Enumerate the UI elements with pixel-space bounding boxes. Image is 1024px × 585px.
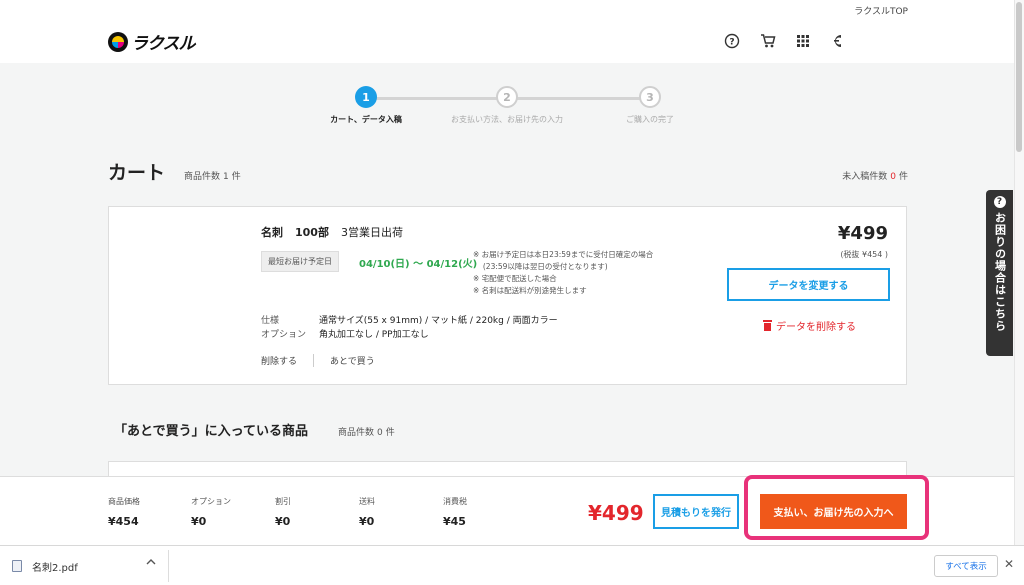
count-value: 0	[377, 428, 383, 438]
issue-quote-button[interactable]: 見積もりを発行	[653, 494, 739, 529]
logo-text: ラクスル	[131, 34, 195, 54]
account-icon[interactable]	[828, 32, 846, 50]
option-row: オプション 角丸加工なし / PP加工なし	[261, 328, 558, 342]
step-label: お支払い方法、お届け先の入力	[451, 115, 563, 124]
note-line: ※ 名刺は配送料が別途発生します	[473, 286, 587, 295]
product-name: 名刺	[261, 226, 283, 239]
spec-row: 仕様 通常サイズ(55 x 91mm) / マット紙 / 220kg / 両面カ…	[261, 314, 558, 328]
product-quantity: 100部	[295, 226, 329, 239]
saved-item-count: 商品件数 0 件	[338, 425, 395, 438]
spec-value: 通常サイズ(55 x 91mm) / マット紙 / 220kg / 両面カラー	[319, 316, 558, 326]
browser-download-bar: 名刺2.pdf すべて表示 ✕	[0, 545, 1024, 585]
order-total: ¥499	[588, 501, 644, 525]
summary-label: オプション	[191, 497, 231, 506]
raksul-top-link[interactable]: ラクスルTOP	[854, 4, 908, 17]
apps-grid-icon[interactable]	[794, 32, 812, 50]
summary-value: ¥454	[108, 515, 139, 528]
summary-shipping: 送料 ¥0	[359, 496, 375, 528]
count-unit: 件	[231, 172, 241, 182]
question-icon: ?	[993, 196, 1006, 208]
option-value: 角丸加工なし / PP加工なし	[319, 330, 429, 340]
summary-label: 送料	[359, 497, 375, 506]
summary-label: 割引	[275, 497, 291, 506]
cart-item-card: 名刺 100部 3営業日出荷 最短お届け予定日 04/10(日) 〜 04/12(火…	[108, 206, 907, 385]
summary-value: ¥45	[443, 515, 466, 528]
count-unit: 件	[385, 428, 395, 438]
step-label: カート、データ入稿	[330, 115, 402, 124]
save-for-later-link[interactable]: あとで買う	[330, 354, 375, 367]
summary-option: オプション ¥0	[191, 496, 231, 528]
scrollbar-thumb[interactable]	[1016, 2, 1022, 152]
step-number: 3	[639, 86, 661, 108]
item-price-tax: (税抜 ¥454 )	[840, 250, 888, 259]
top-utility-bar: ラクスルTOP	[0, 0, 1024, 18]
delivery-notes: ※ お届け予定日は本日23:59までに受付日確定の場合 (23:59以降は翌日の…	[473, 249, 653, 297]
note-line: (23:59以降は翌日の受付となります)	[473, 262, 608, 271]
order-summary-bar: 商品価格 ¥454 オプション ¥0 割引 ¥0 送料 ¥0 消費税 ¥45 ¥…	[0, 476, 1014, 545]
count-label: 商品件数	[184, 172, 221, 182]
delete-data-label: データを削除する	[776, 322, 856, 333]
page-scrollbar[interactable]	[1014, 0, 1024, 545]
note-line: ※ 宅配便で配送した場合	[473, 274, 557, 283]
logo-mark-icon	[108, 31, 128, 52]
pdf-file-icon	[12, 560, 22, 572]
note-line: ※ お届け予定日は本日23:59までに受付日確定の場合	[473, 250, 654, 259]
help-circle-icon[interactable]: ?	[723, 32, 741, 50]
download-file-name: 名刺2.pdf	[32, 562, 78, 574]
summary-value: ¥0	[275, 515, 291, 528]
cart-icon[interactable]	[759, 32, 777, 50]
help-side-tab[interactable]: ? お困りの場合はこちら	[986, 190, 1013, 356]
spec-label: 仕様	[261, 316, 280, 326]
svg-text:?: ?	[729, 38, 734, 48]
change-data-button[interactable]: データを変更する	[727, 268, 890, 301]
proceed-to-payment-button[interactable]: 支払い、お届け先の入力へ	[760, 494, 907, 529]
site-header: ラクスル ?	[0, 18, 1024, 63]
delete-data-link[interactable]: データを削除する	[763, 318, 856, 333]
step-complete: 3 ご購入の完了	[570, 86, 730, 125]
step-payment: 2 お支払い方法、お届け先の入力	[427, 86, 587, 125]
unentered-count: 未入稿件数 0 件	[842, 169, 908, 182]
summary-value: ¥0	[191, 515, 207, 528]
cart-title: カート	[108, 162, 166, 184]
item-price: ¥499	[837, 223, 888, 244]
step-label: ご購入の完了	[626, 115, 674, 124]
cart-item-count: 商品件数 1 件	[184, 169, 241, 182]
download-divider	[168, 550, 169, 582]
step-number: 1	[355, 86, 377, 108]
unentered-label: 未入稿件数	[842, 172, 888, 182]
option-label: オプション	[261, 330, 307, 340]
summary-label: 商品価格	[108, 497, 140, 506]
delete-item-link[interactable]: 削除する	[261, 354, 297, 367]
step-cart: 1 カート、データ入稿	[286, 86, 446, 125]
help-tab-label: お困りの場合はこちら	[993, 212, 1007, 332]
summary-product-price: 商品価格 ¥454	[108, 496, 140, 528]
delivery-date: 04/10(日) 〜 04/12(火)	[359, 259, 478, 270]
product-spec: 仕様 通常サイズ(55 x 91mm) / マット紙 / 220kg / 両面カ…	[261, 314, 558, 342]
shipping-days: 3営業日出荷	[340, 226, 403, 239]
product-title: 名刺 100部 3営業日出荷	[261, 224, 415, 240]
count-value: 1	[223, 172, 229, 182]
item-actions: 削除する あとで買う	[261, 354, 375, 367]
download-item[interactable]: 名刺2.pdf	[12, 555, 78, 577]
step-number: 2	[496, 86, 518, 108]
saved-for-later-title: 「あとで買う」に入っている商品	[114, 424, 308, 439]
trash-icon	[763, 320, 772, 331]
unentered-unit: 件	[898, 172, 908, 182]
delivery-tag: 最短お届け予定日	[261, 251, 339, 272]
close-icon[interactable]: ✕	[1004, 557, 1014, 571]
summary-tax: 消費税 ¥45	[443, 496, 467, 528]
unentered-value: 0	[890, 172, 896, 182]
action-divider	[313, 354, 315, 367]
count-label: 商品件数	[338, 428, 375, 438]
show-all-downloads-button[interactable]: すべて表示	[934, 555, 998, 577]
checkout-stepper: 1 カート、データ入稿 2 お支払い方法、お届け先の入力 3 ご購入の完了	[310, 86, 710, 131]
chevron-up-icon[interactable]	[146, 558, 156, 569]
raksul-logo[interactable]: ラクスル	[108, 29, 195, 54]
summary-label: 消費税	[443, 497, 467, 506]
summary-value: ¥0	[359, 515, 375, 528]
summary-discount: 割引 ¥0	[275, 496, 291, 528]
